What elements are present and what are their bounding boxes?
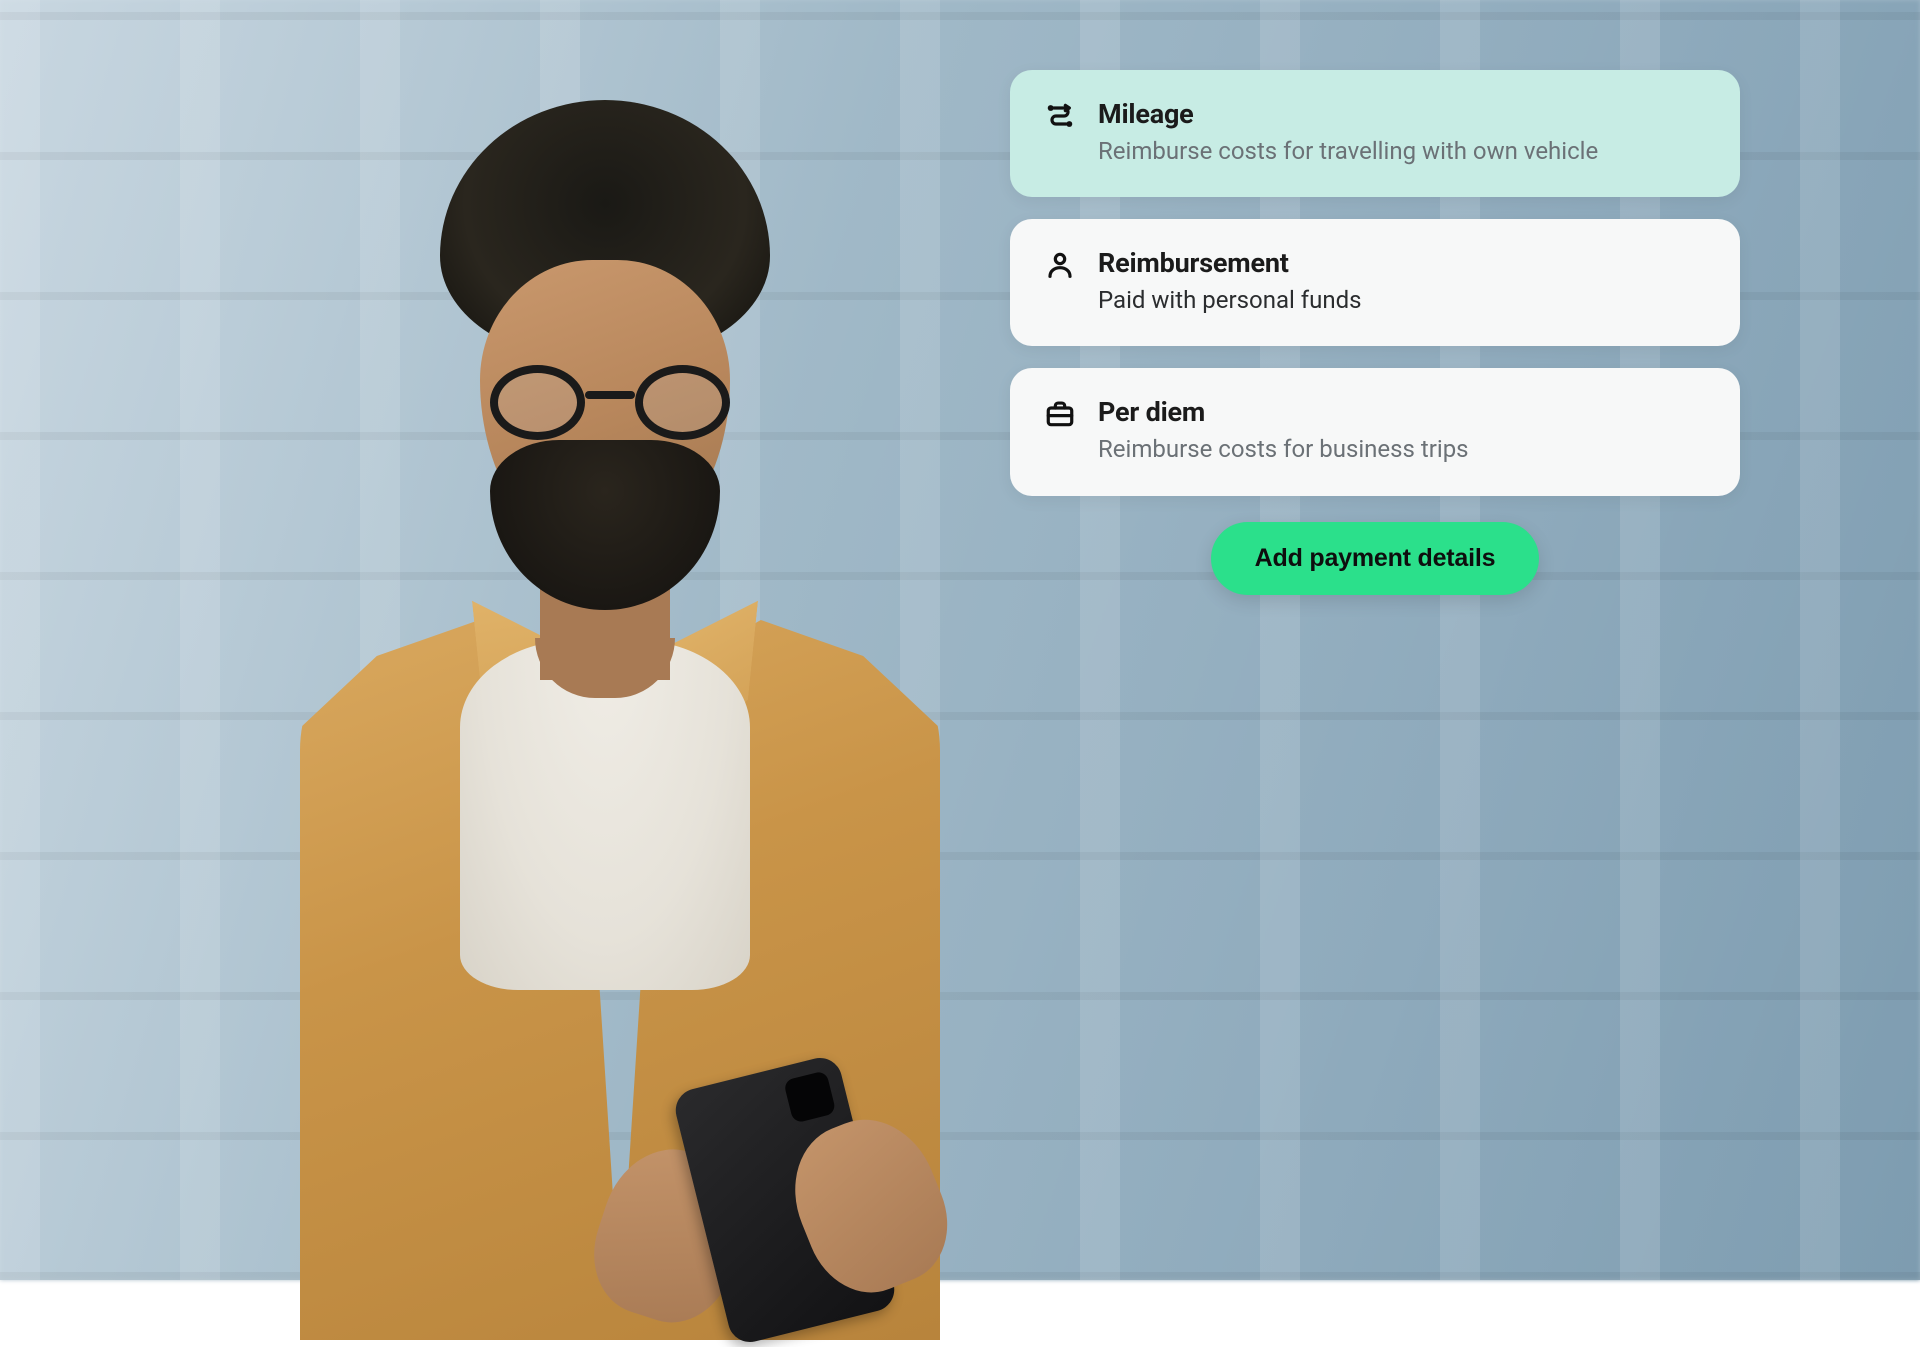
option-title: Per diem <box>1098 396 1469 428</box>
option-per-diem[interactable]: Per diem Reimburse costs for business tr… <box>1010 368 1740 495</box>
expense-type-options: Mileage Reimburse costs for travelling w… <box>1010 70 1740 595</box>
option-title: Reimbursement <box>1098 247 1362 279</box>
option-title: Mileage <box>1098 98 1598 130</box>
person-icon <box>1044 249 1076 281</box>
person-illustration <box>180 60 960 1280</box>
add-payment-details-button[interactable]: Add payment details <box>1211 522 1540 595</box>
option-reimbursement[interactable]: Reimbursement Paid with personal funds <box>1010 219 1740 346</box>
briefcase-icon <box>1044 398 1076 430</box>
option-description: Reimburse costs for travelling with own … <box>1098 136 1598 167</box>
option-description: Reimburse costs for business trips <box>1098 434 1469 465</box>
option-description: Paid with personal funds <box>1098 285 1362 316</box>
route-icon <box>1044 100 1076 132</box>
option-mileage[interactable]: Mileage Reimburse costs for travelling w… <box>1010 70 1740 197</box>
